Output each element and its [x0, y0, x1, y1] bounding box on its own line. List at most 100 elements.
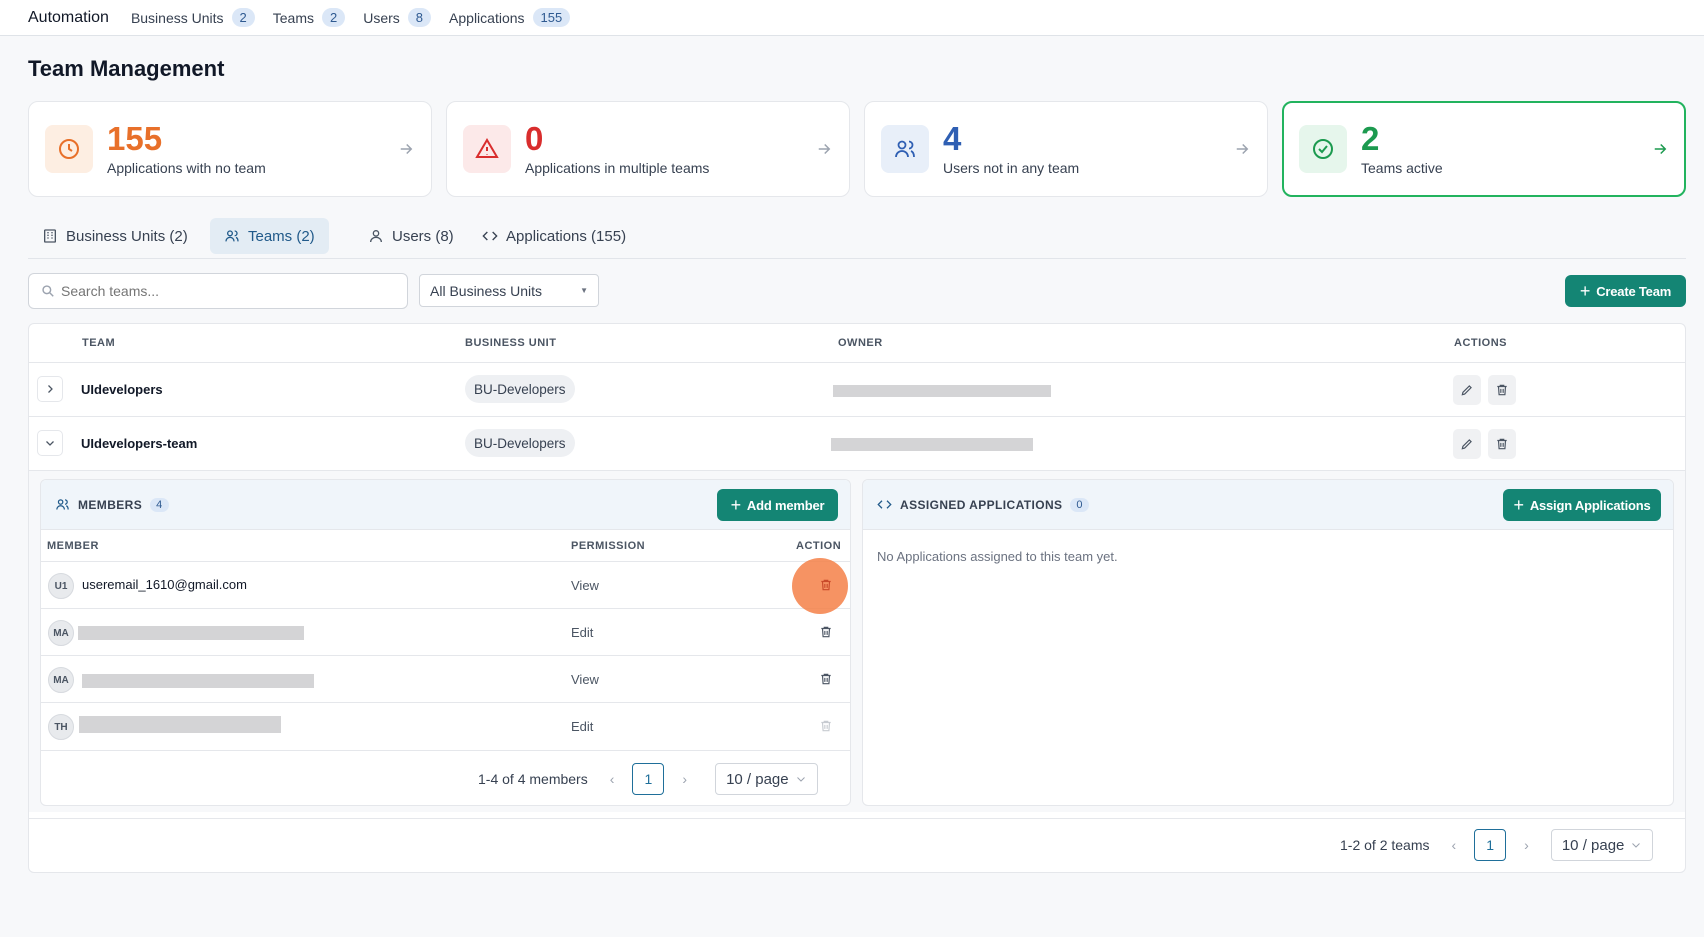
- card-label: Applications in multiple teams: [525, 160, 710, 176]
- nav-item-label: Business Units: [130, 9, 224, 26]
- tab-label: Business Units (2): [66, 227, 188, 245]
- remove-member-button[interactable]: [812, 618, 840, 646]
- table-row[interactable]: UIdevelopers-team BU-Developers: [29, 416, 1685, 470]
- assigned-panel-header: ASSIGNED APPLICATIONS 0 + Assign Applica…: [863, 480, 1673, 530]
- page-number-button[interactable]: 1: [632, 763, 665, 795]
- business-unit-filter[interactable]: All Business Units ▼: [419, 274, 599, 307]
- page-size-select[interactable]: 10 / page: [715, 763, 818, 795]
- column-header-action: ACTION: [796, 540, 842, 552]
- tab-users[interactable]: Users (8): [354, 218, 468, 254]
- page-title: Team Management: [28, 56, 225, 81]
- arrow-right-icon: [1654, 143, 1667, 155]
- chevron-down-icon: [1632, 843, 1641, 848]
- filter-value: All Business Units: [430, 282, 543, 299]
- business-unit-tag: BU-Developers: [465, 429, 575, 457]
- team-name: UIdevelopers: [81, 382, 163, 397]
- column-header-permission: PERMISSION: [571, 540, 646, 552]
- search-icon: [42, 285, 54, 297]
- tab-teams[interactable]: Teams (2): [210, 218, 329, 254]
- create-team-button[interactable]: + Create Team: [1565, 275, 1686, 307]
- code-icon: [877, 500, 892, 509]
- page-number-button[interactable]: 1: [1474, 829, 1507, 861]
- member-row: TH Edit: [41, 702, 850, 749]
- assign-applications-button[interactable]: + Assign Applications: [1503, 489, 1661, 521]
- owner-redacted: [831, 438, 1033, 451]
- avatar: MA: [48, 620, 74, 646]
- collapse-row-button[interactable]: [37, 430, 63, 456]
- card-users-no-team[interactable]: 4 Users not in any team: [864, 101, 1268, 197]
- trash-icon: [1497, 384, 1507, 396]
- search-input[interactable]: [61, 283, 381, 299]
- tab-business-units[interactable]: Business Units (2): [28, 218, 202, 254]
- avatar: TH: [48, 714, 74, 740]
- nav-item-label: Applications: [449, 9, 525, 26]
- member-row: MA View: [41, 655, 850, 702]
- remove-member-button[interactable]: [812, 665, 840, 693]
- arrow-right-icon: [1236, 143, 1249, 155]
- column-header-owner: OWNER: [838, 337, 883, 349]
- delete-team-button[interactable]: [1488, 375, 1516, 405]
- plus-icon: +: [730, 494, 742, 515]
- next-page-icon[interactable]: ›: [682, 771, 687, 787]
- tab-label: Applications (155): [506, 227, 627, 245]
- card-value: 2: [1361, 120, 1380, 157]
- nav-item-teams[interactable]: Teams 2: [272, 8, 346, 27]
- app-brand[interactable]: Automation: [28, 9, 109, 27]
- page-size-value: 10 / page: [1561, 836, 1625, 854]
- warning-icon: [463, 125, 511, 173]
- button-label: Add member: [746, 497, 825, 513]
- pager-summary: 1-4 of 4 members: [478, 771, 588, 787]
- page-size-value: 10 / page: [726, 770, 789, 788]
- team-name: UIdevelopers-team: [81, 436, 198, 451]
- table-row[interactable]: UIdevelopers BU-Developers: [29, 362, 1685, 416]
- member-row: MA Edit: [41, 608, 850, 655]
- prev-page-icon[interactable]: ‹: [1452, 837, 1457, 853]
- column-header-team: TEAM: [82, 337, 116, 349]
- empty-state-text: No Applications assigned to this team ye…: [877, 549, 1118, 564]
- remove-member-button-disabled: [812, 712, 840, 740]
- member-email-redacted: [82, 674, 314, 688]
- plus-icon: +: [1579, 280, 1591, 301]
- card-teams-active[interactable]: 2 Teams active: [1282, 101, 1686, 197]
- pencil-icon: [1461, 385, 1472, 396]
- check-circle-icon: [1299, 125, 1347, 173]
- nav-item-applications[interactable]: Applications 155: [449, 8, 571, 27]
- members-pager-divider: [41, 750, 850, 751]
- member-email-redacted: [78, 626, 304, 640]
- tab-applications[interactable]: Applications (155): [468, 218, 640, 254]
- trash-icon: [821, 720, 831, 732]
- next-page-icon[interactable]: ›: [1524, 837, 1529, 853]
- caret-down-icon: ▼: [580, 286, 588, 295]
- nav-item-label: Teams: [272, 9, 314, 26]
- edit-team-button[interactable]: [1453, 375, 1481, 405]
- expand-row-button[interactable]: [37, 376, 63, 402]
- card-value: 155: [107, 120, 163, 157]
- members-panel-header: MEMBERS 4 + Add member: [41, 480, 850, 530]
- member-permission: Edit: [571, 625, 594, 640]
- card-value: 4: [943, 120, 962, 157]
- chevron-down-icon: [46, 441, 54, 446]
- edit-team-button[interactable]: [1453, 429, 1481, 459]
- tab-label: Teams (2): [248, 227, 315, 245]
- card-apps-no-team[interactable]: 155 Applications with no team: [28, 101, 432, 197]
- card-apps-multiple-teams[interactable]: 0 Applications in multiple teams: [446, 101, 850, 197]
- nav-count-badge: 155: [532, 8, 571, 27]
- column-header-business-unit: BUSINESS UNIT: [465, 337, 557, 349]
- column-header-member: MEMBER: [47, 540, 99, 552]
- column-header-actions: ACTIONS: [1454, 337, 1507, 349]
- arrow-right-icon: [818, 143, 831, 155]
- member-email-redacted: [79, 716, 281, 733]
- delete-team-button[interactable]: [1488, 429, 1516, 459]
- arrow-right-icon: [400, 143, 413, 155]
- remove-member-button[interactable]: [812, 571, 840, 599]
- prev-page-icon[interactable]: ‹: [610, 771, 615, 787]
- business-unit-tag: BU-Developers: [465, 375, 575, 403]
- nav-item-users[interactable]: Users 8: [363, 8, 432, 27]
- users-icon: [56, 499, 69, 510]
- page-size-select[interactable]: 10 / page: [1550, 829, 1654, 861]
- nav-item-business-units[interactable]: Business Units 2: [131, 8, 255, 27]
- add-member-button[interactable]: + Add member: [717, 489, 838, 521]
- search-box: [28, 273, 408, 309]
- teams-pager: 1-2 of 2 teams ‹ 1 › 10 / page: [1340, 829, 1654, 861]
- card-label: Users not in any team: [943, 160, 1080, 176]
